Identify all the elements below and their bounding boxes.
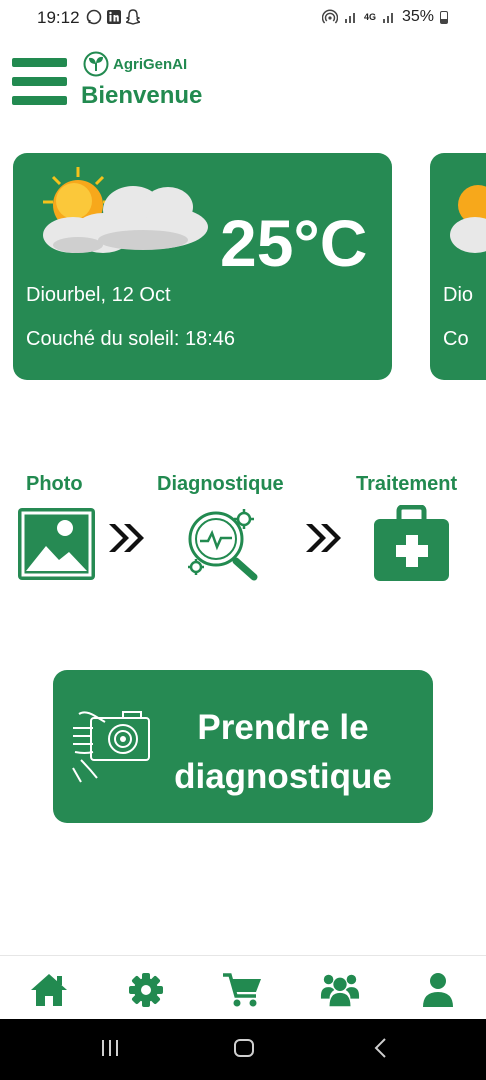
linkedin-icon	[107, 10, 121, 24]
take-diagnostic-label-line1: Prendre le	[197, 708, 369, 747]
image-icon	[18, 508, 95, 580]
signal-icon-2	[382, 13, 393, 23]
back-icon[interactable]	[372, 1037, 390, 1059]
sunset-time: Couché du soleil: 18:46	[26, 328, 236, 350]
whatsapp-icon	[86, 9, 102, 25]
take-diagnostic-label-line2: diagnostique	[174, 757, 392, 796]
gear-icon	[129, 973, 163, 1007]
menu-icon-bar	[12, 58, 67, 67]
menu-icon-bar	[12, 77, 67, 86]
signal-icon	[344, 13, 355, 23]
battery-percent: 35%	[401, 8, 434, 25]
notification-icons	[86, 9, 140, 25]
user-icon	[423, 973, 453, 1007]
temperature: 25°C	[220, 206, 368, 280]
next-location: Dio	[443, 284, 474, 306]
step-label-traitement: Traitement	[356, 473, 458, 495]
cart-icon	[223, 973, 261, 1007]
bottom-navigation	[0, 955, 486, 1019]
diagnostic-magnifier-icon	[188, 509, 258, 581]
network-type: 4G	[363, 11, 376, 22]
double-chevron-icon	[109, 524, 144, 552]
page-title: Bienvenue	[81, 82, 203, 109]
nav-profile[interactable]	[418, 971, 458, 1009]
camera-hand-icon	[72, 711, 150, 783]
next-sunset: Co	[443, 328, 469, 350]
brand-logo: AgriGenAI	[83, 51, 187, 77]
step-label-photo: Photo	[26, 473, 83, 495]
status-bar: 19:12 4G 35%	[0, 0, 486, 36]
system-navigation-bar	[0, 1019, 486, 1080]
double-chevron-icon	[306, 524, 341, 552]
snapchat-icon	[126, 9, 140, 25]
leaf-logo-icon	[83, 51, 109, 77]
brand-name: AgriGenAI	[113, 55, 188, 73]
step-label-diagnostique: Diagnostique	[157, 473, 284, 495]
status-right: 4G 35%	[321, 8, 448, 26]
partly-cloudy-icon	[450, 185, 486, 253]
weather-card[interactable]: 25°C Diourbel, 12 Oct Couché du soleil: …	[13, 153, 392, 380]
home-system-icon[interactable]	[233, 1037, 255, 1059]
battery-icon	[440, 10, 448, 24]
home-icon	[31, 974, 67, 1006]
partly-cloudy-icon	[43, 167, 208, 253]
nav-community[interactable]	[320, 971, 360, 1009]
location-date: Diourbel, 12 Oct	[26, 284, 171, 306]
weather-card-next[interactable]: Dio Co	[430, 153, 486, 380]
hotspot-icon	[321, 9, 338, 24]
nav-home[interactable]	[29, 971, 69, 1009]
group-icon	[320, 974, 360, 1007]
menu-icon-bar	[12, 96, 67, 105]
nav-cart[interactable]	[222, 971, 262, 1009]
recent-apps-icon[interactable]	[100, 1037, 120, 1059]
nav-settings[interactable]	[126, 971, 166, 1009]
first-aid-kit-icon	[374, 505, 449, 581]
status-time: 19:12	[37, 8, 80, 27]
take-diagnostic-label: Prendre le diagnostique	[153, 703, 413, 801]
menu-button[interactable]	[12, 58, 68, 106]
take-diagnostic-button[interactable]: Prendre le diagnostique	[53, 670, 433, 823]
